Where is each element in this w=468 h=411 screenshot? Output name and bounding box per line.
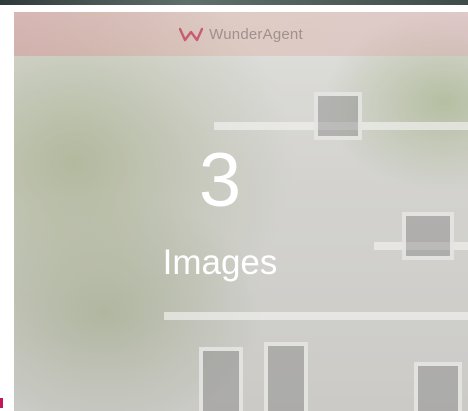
brand: WunderAgent (178, 25, 303, 43)
top-strip (0, 0, 468, 5)
brand-header: WunderAgent (14, 12, 468, 56)
brand-name: WunderAgent (209, 25, 303, 43)
image-count: 3 (198, 138, 242, 223)
image-count-label: Images (162, 243, 278, 282)
edge-marker (0, 398, 3, 408)
wunderagent-logo-icon (178, 26, 204, 42)
